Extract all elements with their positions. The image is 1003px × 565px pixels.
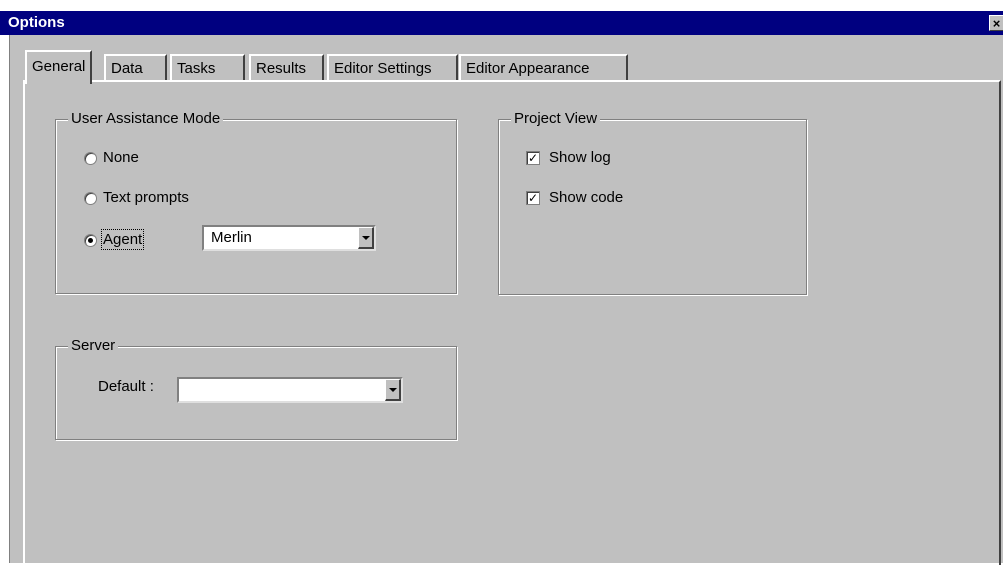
radio-none-row[interactable]: None bbox=[84, 149, 139, 166]
tab-results[interactable]: Results bbox=[249, 54, 324, 80]
radio-none-label: None bbox=[103, 149, 139, 166]
show-code-checkbox[interactable]: ✓ bbox=[526, 191, 540, 206]
radio-none[interactable] bbox=[84, 151, 97, 165]
server-default-select[interactable] bbox=[177, 377, 403, 403]
radio-agent-label: Agent bbox=[100, 229, 145, 250]
general-tab-panel: User Assistance Mode None Text prompts A… bbox=[23, 80, 1001, 565]
project-view-group: Project View ✓ Show log ✓ Show code bbox=[498, 109, 807, 295]
server-group: Server Default : bbox=[55, 336, 457, 440]
chevron-down-icon[interactable] bbox=[358, 227, 374, 249]
user-assistance-group: User Assistance Mode None Text prompts A… bbox=[55, 109, 457, 294]
show-log-label: Show log bbox=[549, 149, 611, 166]
window-title: Options bbox=[8, 14, 65, 31]
options-dialog: General Data Tasks Results Editor Settin… bbox=[9, 35, 1003, 565]
project-view-title: Project View bbox=[511, 109, 601, 129]
agent-select-value: Merlin bbox=[211, 229, 252, 246]
tab-general[interactable]: General bbox=[25, 50, 93, 84]
show-code-row[interactable]: ✓ Show code bbox=[526, 189, 623, 206]
radio-agent[interactable] bbox=[84, 233, 97, 247]
tab-tasks[interactable]: Tasks bbox=[170, 54, 245, 80]
tab-editor-appearance[interactable]: Editor Appearance bbox=[459, 54, 628, 80]
agent-select[interactable]: Merlin bbox=[202, 225, 376, 251]
server-title: Server bbox=[68, 336, 119, 356]
window-titlebar[interactable]: Options × bbox=[0, 11, 1003, 35]
show-log-checkbox[interactable]: ✓ bbox=[526, 151, 540, 166]
radio-text-prompts-label: Text prompts bbox=[103, 189, 189, 206]
radio-text-prompts-row[interactable]: Text prompts bbox=[84, 189, 189, 206]
close-icon[interactable]: × bbox=[989, 15, 1003, 31]
tab-data[interactable]: Data bbox=[104, 54, 167, 80]
show-log-row[interactable]: ✓ Show log bbox=[526, 149, 611, 166]
chevron-down-icon[interactable] bbox=[385, 379, 401, 401]
show-code-label: Show code bbox=[549, 189, 624, 206]
radio-text-prompts[interactable] bbox=[84, 191, 97, 205]
server-default-label: Default : bbox=[98, 378, 154, 395]
user-assistance-title: User Assistance Mode bbox=[68, 109, 224, 129]
tab-editor-settings[interactable]: Editor Settings bbox=[327, 54, 458, 80]
radio-agent-row[interactable]: Agent bbox=[84, 229, 145, 250]
